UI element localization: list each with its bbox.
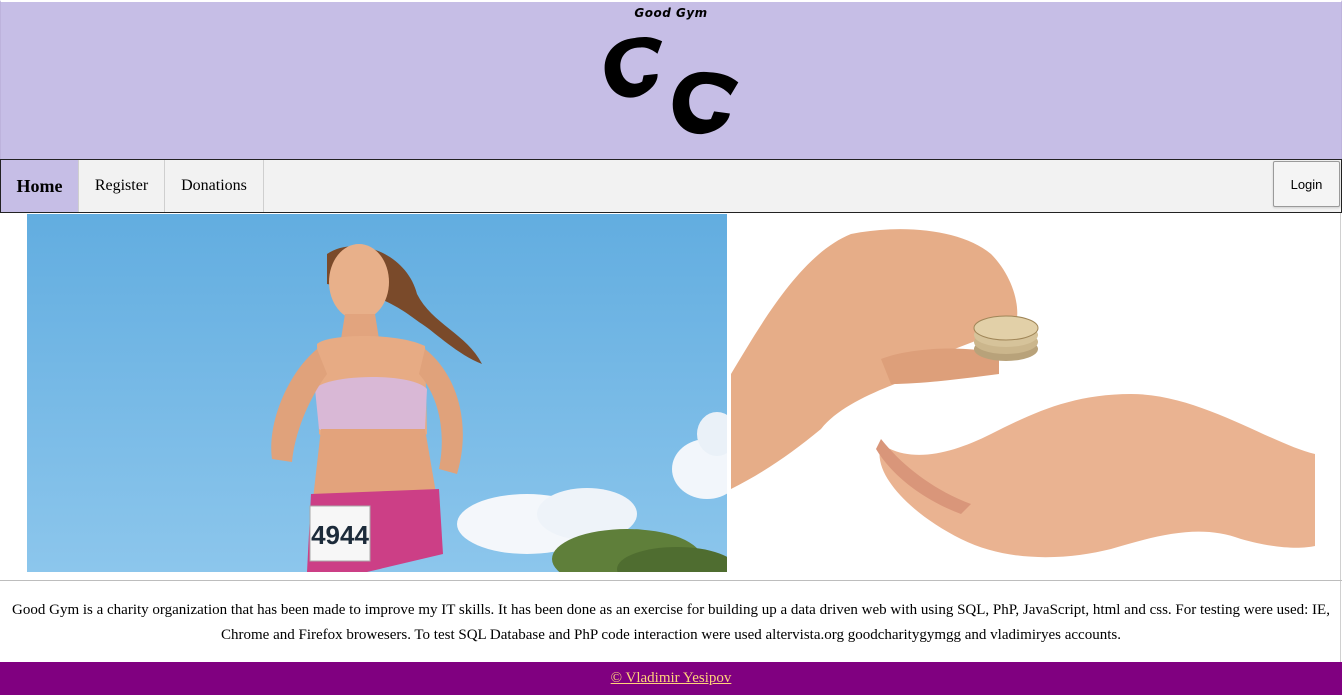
bib-number: 4944 <box>311 520 369 550</box>
nav-item-donations[interactable]: Donations <box>165 160 264 212</box>
login-button[interactable]: Login <box>1273 161 1340 207</box>
donation-photo <box>731 214 1315 572</box>
nav-item-home[interactable]: Home <box>1 160 79 212</box>
nav-item-register[interactable]: Register <box>79 160 165 212</box>
site-description: Good Gym is a charity organization that … <box>12 602 1330 643</box>
content-divider <box>0 580 1342 581</box>
copyright-link[interactable]: © Vladimir Yesipov <box>611 670 732 687</box>
main-nav: Home Register Donations Login <box>0 159 1342 213</box>
content-border <box>1340 213 1341 663</box>
brand-title: Good Gym <box>634 6 708 20</box>
site-footer: © Vladimir Yesipov <box>0 662 1342 695</box>
logo-gg <box>604 36 739 134</box>
runner-photo: 4944 <box>27 214 727 572</box>
site-header: Good Gym <box>0 0 1342 159</box>
